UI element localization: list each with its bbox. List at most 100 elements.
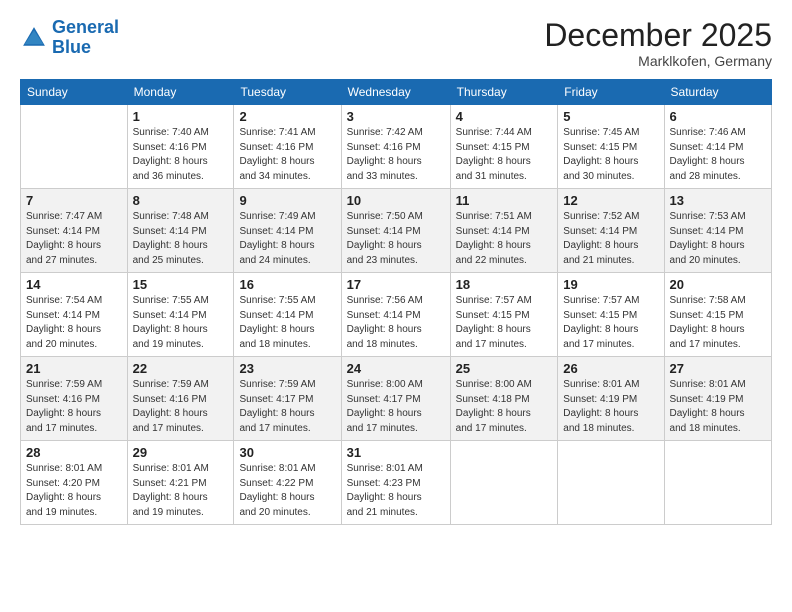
day-number: 15 bbox=[133, 277, 229, 292]
day-cell: 18 Sunrise: 7:57 AM Sunset: 4:15 PM Dayli… bbox=[450, 273, 558, 357]
day-number: 25 bbox=[456, 361, 553, 376]
day-info: Sunrise: 7:40 AM Sunset: 4:16 PM Dayligh… bbox=[133, 126, 229, 184]
day-number: 13 bbox=[670, 193, 766, 208]
day-info: Sunrise: 7:54 AM Sunset: 4:14 PM Dayligh… bbox=[26, 294, 122, 352]
day-info: Sunrise: 7:59 AM Sunset: 4:16 PM Dayligh… bbox=[133, 378, 229, 436]
day-cell bbox=[450, 441, 558, 525]
day-number: 27 bbox=[670, 361, 766, 376]
day-cell: 22 Sunrise: 7:59 AM Sunset: 4:16 PM Dayli… bbox=[127, 357, 234, 441]
col-header-wednesday: Wednesday bbox=[341, 80, 450, 105]
col-header-monday: Monday bbox=[127, 80, 234, 105]
day-cell: 1 Sunrise: 7:40 AM Sunset: 4:16 PM Daylig… bbox=[127, 105, 234, 189]
day-info: Sunrise: 7:48 AM Sunset: 4:14 PM Dayligh… bbox=[133, 210, 229, 268]
day-number: 6 bbox=[670, 109, 766, 124]
day-info: Sunrise: 7:55 AM Sunset: 4:14 PM Dayligh… bbox=[133, 294, 229, 352]
day-info: Sunrise: 8:01 AM Sunset: 4:22 PM Dayligh… bbox=[239, 462, 335, 520]
day-info: Sunrise: 7:55 AM Sunset: 4:14 PM Dayligh… bbox=[239, 294, 335, 352]
day-info: Sunrise: 7:47 AM Sunset: 4:14 PM Dayligh… bbox=[26, 210, 122, 268]
day-number: 24 bbox=[347, 361, 445, 376]
day-info: Sunrise: 7:53 AM Sunset: 4:14 PM Dayligh… bbox=[670, 210, 766, 268]
day-number: 12 bbox=[563, 193, 658, 208]
day-cell: 23Sunrise: 7:59 AM Sunset: 4:17 PM Dayli… bbox=[234, 357, 341, 441]
day-cell: 13 Sunrise: 7:53 AM Sunset: 4:14 PM Dayli… bbox=[664, 189, 771, 273]
logo-line1: General bbox=[52, 17, 119, 37]
day-number: 21 bbox=[26, 361, 122, 376]
day-info: Sunrise: 7:50 AM Sunset: 4:14 PM Dayligh… bbox=[347, 210, 445, 268]
week-row-2: 7 Sunrise: 7:47 AM Sunset: 4:14 PM Daylig… bbox=[21, 189, 772, 273]
week-row-5: 28Sunrise: 8:01 AM Sunset: 4:20 PM Dayli… bbox=[21, 441, 772, 525]
week-row-1: 1 Sunrise: 7:40 AM Sunset: 4:16 PM Daylig… bbox=[21, 105, 772, 189]
day-number: 2 bbox=[239, 109, 335, 124]
day-cell: 9Sunrise: 7:49 AM Sunset: 4:14 PM Daylig… bbox=[234, 189, 341, 273]
day-info: Sunrise: 7:45 AM Sunset: 4:15 PM Dayligh… bbox=[563, 126, 658, 184]
day-number: 31 bbox=[347, 445, 445, 460]
day-info: Sunrise: 7:52 AM Sunset: 4:14 PM Dayligh… bbox=[563, 210, 658, 268]
day-number: 5 bbox=[563, 109, 658, 124]
day-info: Sunrise: 7:42 AM Sunset: 4:16 PM Dayligh… bbox=[347, 126, 445, 184]
day-cell: 30 Sunrise: 8:01 AM Sunset: 4:22 PM Dayli… bbox=[234, 441, 341, 525]
day-number: 16 bbox=[239, 277, 335, 292]
day-number: 11 bbox=[456, 193, 553, 208]
day-info: Sunrise: 7:51 AM Sunset: 4:14 PM Dayligh… bbox=[456, 210, 553, 268]
day-cell: 24Sunrise: 8:00 AM Sunset: 4:17 PM Dayli… bbox=[341, 357, 450, 441]
day-cell: 26 Sunrise: 8:01 AM Sunset: 4:19 PM Dayli… bbox=[558, 357, 664, 441]
col-header-saturday: Saturday bbox=[664, 80, 771, 105]
page: General Blue December 2025 Marklkofen, G… bbox=[0, 0, 792, 612]
week-row-3: 14 Sunrise: 7:54 AM Sunset: 4:14 PM Dayli… bbox=[21, 273, 772, 357]
day-cell: 14 Sunrise: 7:54 AM Sunset: 4:14 PM Dayli… bbox=[21, 273, 128, 357]
day-info: Sunrise: 7:57 AM Sunset: 4:15 PM Dayligh… bbox=[456, 294, 553, 352]
day-cell: 20Sunrise: 7:58 AM Sunset: 4:15 PM Dayli… bbox=[664, 273, 771, 357]
day-number: 1 bbox=[133, 109, 229, 124]
day-cell: 11 Sunrise: 7:51 AM Sunset: 4:14 PM Dayli… bbox=[450, 189, 558, 273]
header: General Blue December 2025 Marklkofen, G… bbox=[20, 18, 772, 69]
day-number: 19 bbox=[563, 277, 658, 292]
logo-line2: Blue bbox=[52, 37, 91, 57]
day-cell: 21Sunrise: 7:59 AM Sunset: 4:16 PM Dayli… bbox=[21, 357, 128, 441]
day-number: 8 bbox=[133, 193, 229, 208]
col-header-tuesday: Tuesday bbox=[234, 80, 341, 105]
day-cell: 16 Sunrise: 7:55 AM Sunset: 4:14 PM Dayli… bbox=[234, 273, 341, 357]
day-number: 17 bbox=[347, 277, 445, 292]
calendar-header-row: SundayMondayTuesdayWednesdayThursdayFrid… bbox=[21, 80, 772, 105]
day-info: Sunrise: 8:01 AM Sunset: 4:19 PM Dayligh… bbox=[563, 378, 658, 436]
day-number: 3 bbox=[347, 109, 445, 124]
day-cell: 31Sunrise: 8:01 AM Sunset: 4:23 PM Dayli… bbox=[341, 441, 450, 525]
title-block: December 2025 Marklkofen, Germany bbox=[544, 18, 772, 69]
day-number: 28 bbox=[26, 445, 122, 460]
day-number: 30 bbox=[239, 445, 335, 460]
day-cell: 17 Sunrise: 7:56 AM Sunset: 4:14 PM Dayli… bbox=[341, 273, 450, 357]
week-row-4: 21 Sunrise: 7:59 AM Sunset: 4:16 PM Dayli… bbox=[21, 357, 772, 441]
day-cell: 25Sunrise: 8:00 AM Sunset: 4:18 PM Dayli… bbox=[450, 357, 558, 441]
day-info: Sunrise: 7:44 AM Sunset: 4:15 PM Dayligh… bbox=[456, 126, 553, 184]
day-info: Sunrise: 7:56 AM Sunset: 4:14 PM Dayligh… bbox=[347, 294, 445, 352]
day-cell: 12 Sunrise: 7:52 AM Sunset: 4:14 PM Dayli… bbox=[558, 189, 664, 273]
day-cell: 15 Sunrise: 7:55 AM Sunset: 4:14 PM Dayli… bbox=[127, 273, 234, 357]
day-number: 10 bbox=[347, 193, 445, 208]
day-cell: 6 Sunrise: 7:46 AM Sunset: 4:14 PM Daylig… bbox=[664, 105, 771, 189]
calendar-table: SundayMondayTuesdayWednesdayThursdayFrid… bbox=[20, 79, 772, 525]
day-cell: 7 Sunrise: 7:47 AM Sunset: 4:14 PM Daylig… bbox=[21, 189, 128, 273]
logo-icon bbox=[20, 24, 48, 52]
day-number: 22 bbox=[133, 361, 229, 376]
day-info: Sunrise: 8:01 AM Sunset: 4:21 PM Dayligh… bbox=[133, 462, 229, 520]
day-cell: 8 Sunrise: 7:48 AM Sunset: 4:14 PM Daylig… bbox=[127, 189, 234, 273]
day-number: 18 bbox=[456, 277, 553, 292]
day-info: Sunrise: 7:46 AM Sunset: 4:14 PM Dayligh… bbox=[670, 126, 766, 184]
col-header-thursday: Thursday bbox=[450, 80, 558, 105]
day-info: Sunrise: 7:57 AM Sunset: 4:15 PM Dayligh… bbox=[563, 294, 658, 352]
day-number: 14 bbox=[26, 277, 122, 292]
day-cell: 4Sunrise: 7:44 AM Sunset: 4:15 PM Daylig… bbox=[450, 105, 558, 189]
day-cell: 27 Sunrise: 8:01 AM Sunset: 4:19 PM Dayli… bbox=[664, 357, 771, 441]
col-header-sunday: Sunday bbox=[21, 80, 128, 105]
day-number: 7 bbox=[26, 193, 122, 208]
main-title: December 2025 bbox=[544, 18, 772, 53]
day-number: 26 bbox=[563, 361, 658, 376]
logo-text: General Blue bbox=[52, 18, 119, 58]
col-header-friday: Friday bbox=[558, 80, 664, 105]
subtitle: Marklkofen, Germany bbox=[544, 53, 772, 69]
day-cell: 19 Sunrise: 7:57 AM Sunset: 4:15 PM Dayli… bbox=[558, 273, 664, 357]
day-info: Sunrise: 7:41 AM Sunset: 4:16 PM Dayligh… bbox=[239, 126, 335, 184]
day-info: Sunrise: 8:01 AM Sunset: 4:19 PM Dayligh… bbox=[670, 378, 766, 436]
day-cell: 2 Sunrise: 7:41 AM Sunset: 4:16 PM Daylig… bbox=[234, 105, 341, 189]
day-number: 20 bbox=[670, 277, 766, 292]
